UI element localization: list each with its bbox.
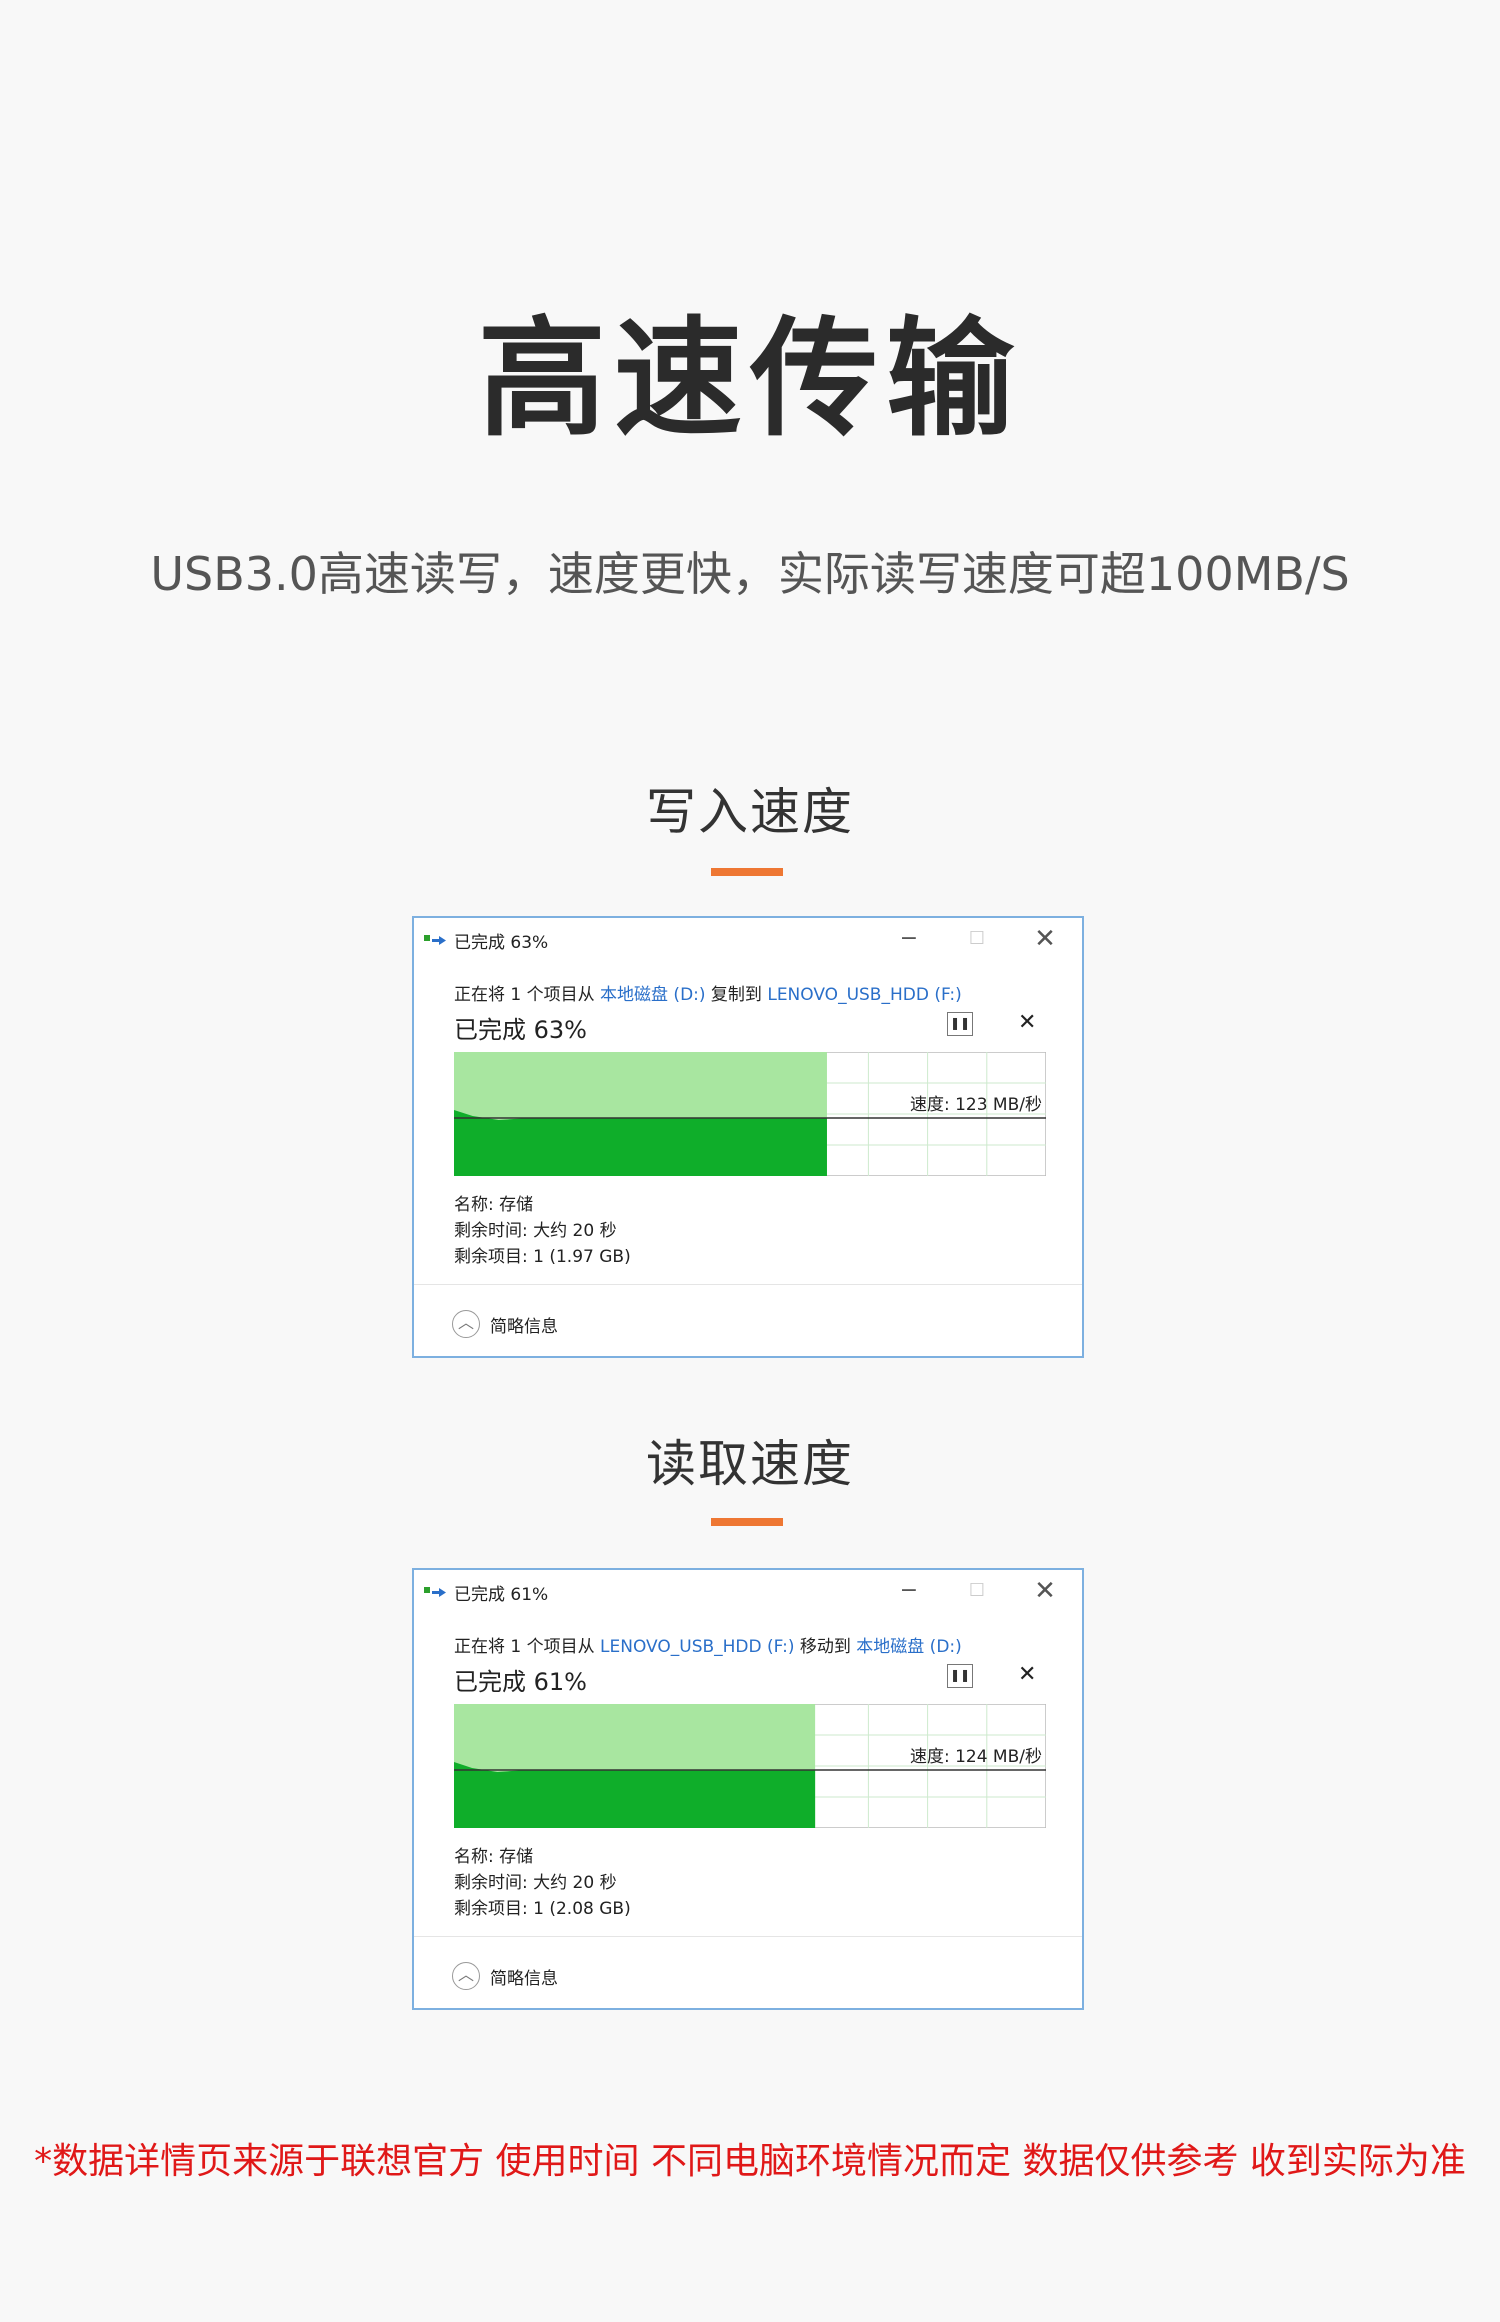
pause-button[interactable]: ❚❚ <box>947 1664 973 1688</box>
transfer-description: 正在将 1 个项目从 LENOVO_USB_HDD (F:) 移动到 本地磁盘 … <box>454 1637 962 1657</box>
speed-graph: 速度: 124 MB/秒 <box>454 1704 1046 1828</box>
transfer-description: 正在将 1 个项目从 本地磁盘 (D:) 复制到 LENOVO_USB_HDD … <box>454 985 962 1005</box>
minimize-icon[interactable]: − <box>894 1576 924 1606</box>
fewer-details-button[interactable]: 简略信息 <box>490 1312 558 1337</box>
cancel-icon[interactable]: ✕ <box>1018 1662 1036 1687</box>
maximize-icon[interactable]: ☐ <box>962 924 992 954</box>
section-title-write: 写入速度 <box>646 783 854 841</box>
source-link[interactable]: LENOVO_USB_HDD (F:) <box>600 1637 794 1657</box>
divider <box>414 1936 1082 1937</box>
cancel-icon[interactable]: ✕ <box>1018 1010 1036 1035</box>
dialog-titlebar: 已完成 61% − ☐ ✕ <box>414 1570 1082 1612</box>
divider <box>414 1284 1082 1285</box>
section-divider <box>711 868 783 876</box>
copy-progress-dialog: 已完成 63% − ☐ ✕ 正在将 1 个项目从 本地磁盘 (D:) 复制到 L… <box>412 916 1084 1358</box>
chevron-up-icon[interactable]: ︿ <box>452 1310 480 1338</box>
section-title-read: 读取速度 <box>646 1435 854 1493</box>
speed-area <box>454 1110 827 1176</box>
disclaimer-text: *数据详情页来源于联想官方 使用时间 不同电脑环境情况而定 数据仅供参考 收到实… <box>34 2141 1466 2182</box>
section-divider <box>711 1518 783 1526</box>
progress-percent-label: 已完成 61% <box>454 1668 587 1696</box>
items-remaining-label: 剩余项目: 1 (1.97 GB) <box>454 1247 631 1267</box>
minimize-icon[interactable]: − <box>894 924 924 954</box>
page-subtitle: USB3.0高速读写，速度更快，实际读写速度可超100MB/S <box>150 547 1350 601</box>
dialog-title: 已完成 63% <box>454 933 549 953</box>
speed-label: 速度: 124 MB/秒 <box>910 1747 1042 1767</box>
file-name-label: 名称: 存储 <box>454 1847 534 1867</box>
file-name-label: 名称: 存储 <box>454 1195 534 1215</box>
destination-link[interactable]: LENOVO_USB_HDD (F:) <box>767 985 961 1005</box>
speed-graph: 速度: 123 MB/秒 <box>454 1052 1046 1176</box>
page-title: 高速传输 <box>477 305 1022 454</box>
speed-label: 速度: 123 MB/秒 <box>910 1095 1042 1115</box>
time-remaining-label: 剩余时间: 大约 20 秒 <box>454 1221 617 1241</box>
dialog-title: 已完成 61% <box>454 1585 549 1605</box>
copy-transfer-icon <box>424 1587 446 1597</box>
maximize-icon[interactable]: ☐ <box>962 1576 992 1606</box>
speed-area <box>454 1762 816 1828</box>
dialog-titlebar: 已完成 63% − ☐ ✕ <box>414 918 1082 960</box>
copy-transfer-icon <box>424 935 446 945</box>
pause-button[interactable]: ❚❚ <box>947 1012 973 1036</box>
fewer-details-button[interactable]: 简略信息 <box>490 1964 558 1989</box>
items-remaining-label: 剩余项目: 1 (2.08 GB) <box>454 1899 631 1919</box>
close-icon[interactable]: ✕ <box>1030 1576 1060 1606</box>
destination-link[interactable]: 本地磁盘 (D:) <box>856 1637 962 1657</box>
time-remaining-label: 剩余时间: 大约 20 秒 <box>454 1873 617 1893</box>
close-icon[interactable]: ✕ <box>1030 924 1060 954</box>
progress-percent-label: 已完成 63% <box>454 1016 587 1044</box>
source-link[interactable]: 本地磁盘 (D:) <box>600 985 706 1005</box>
chevron-up-icon[interactable]: ︿ <box>452 1962 480 1990</box>
move-progress-dialog: 已完成 61% − ☐ ✕ 正在将 1 个项目从 LENOVO_USB_HDD … <box>412 1568 1084 2010</box>
